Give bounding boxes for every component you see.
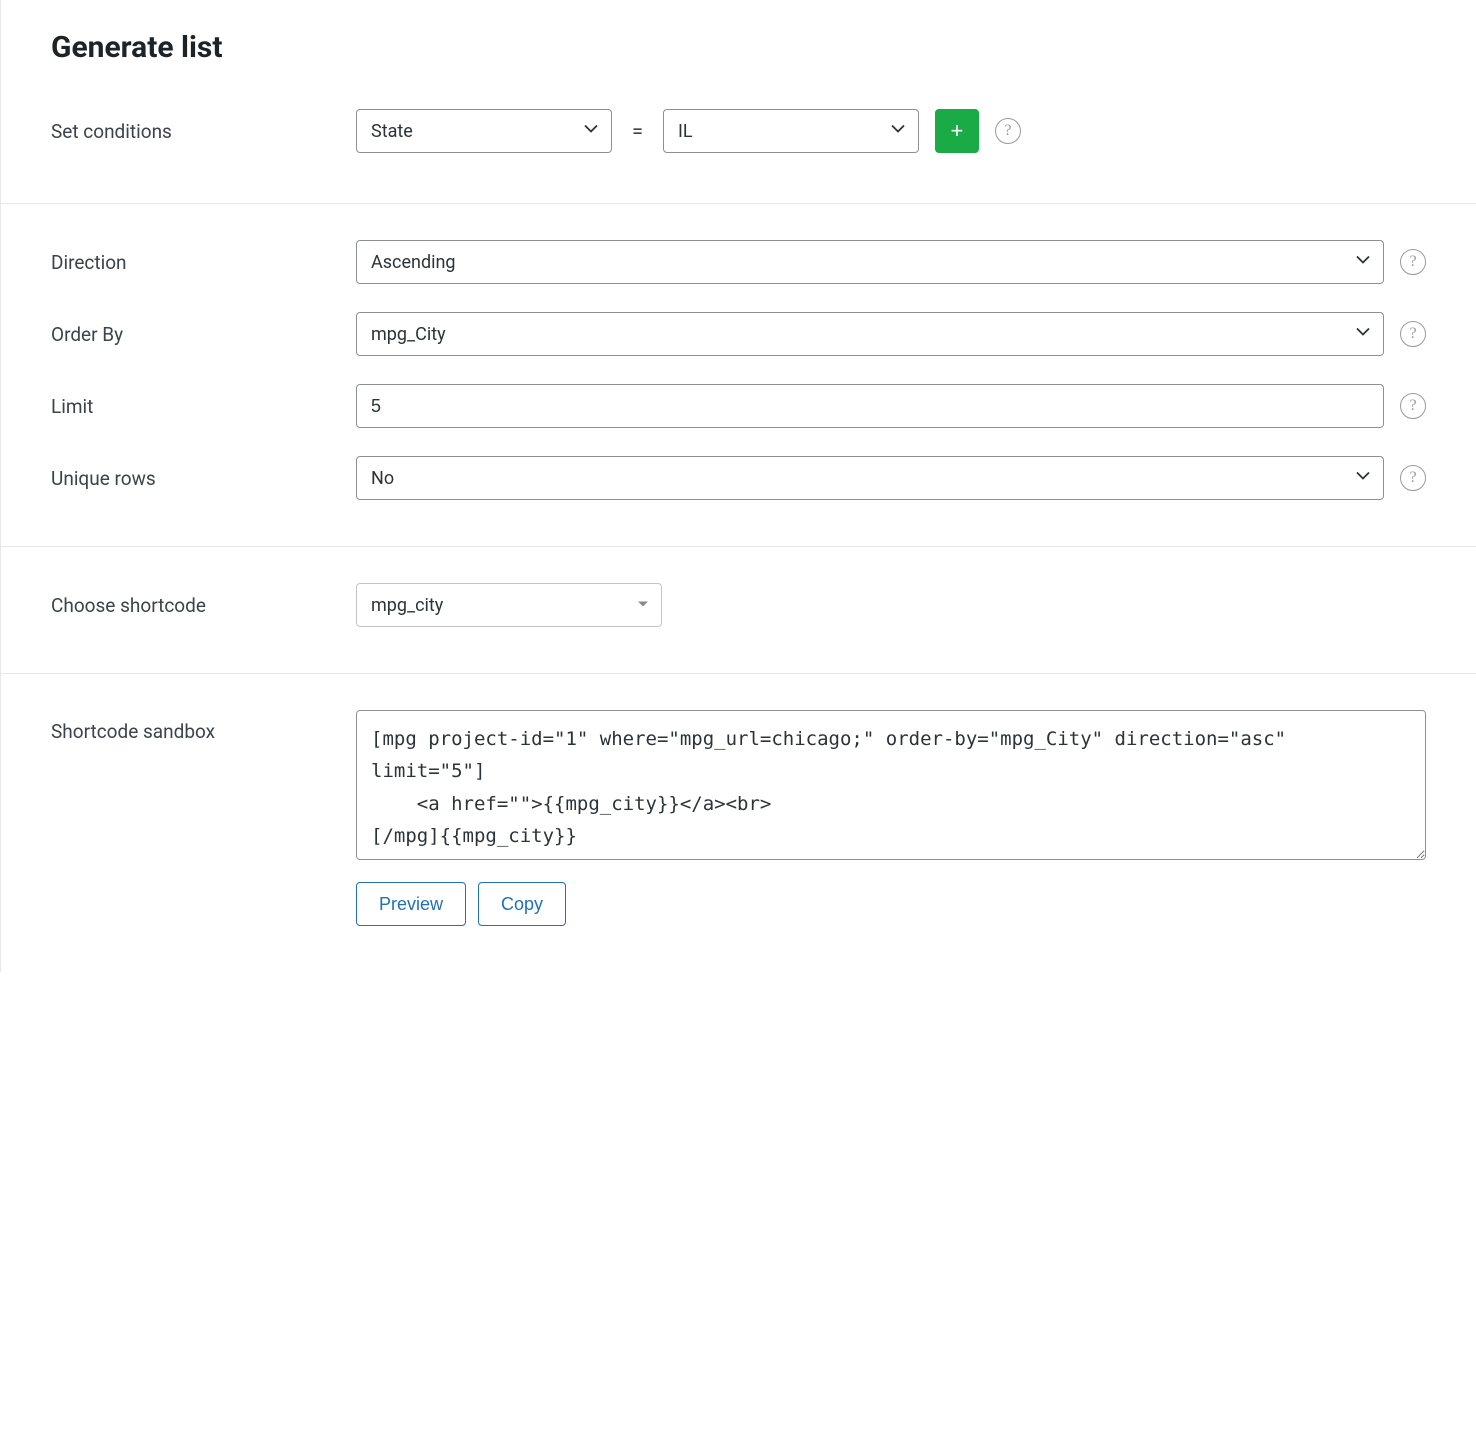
help-icon[interactable]: ?	[1400, 321, 1426, 347]
label-order-by: Order By	[51, 323, 356, 346]
help-icon[interactable]: ?	[1400, 465, 1426, 491]
help-icon[interactable]: ?	[1400, 249, 1426, 275]
condition-value: IL	[678, 121, 693, 142]
section-sort-options: Direction Ascending ? Order By mpg_City	[1, 204, 1476, 547]
label-direction: Direction	[51, 251, 356, 274]
label-choose-shortcode: Choose shortcode	[51, 594, 356, 617]
row-unique-rows: Unique rows No ?	[51, 456, 1426, 500]
chevron-down-icon	[890, 121, 906, 142]
help-icon[interactable]: ?	[1400, 393, 1426, 419]
condition-field-select[interactable]: State	[356, 109, 612, 153]
condition-value-select[interactable]: IL	[663, 109, 919, 153]
chevron-down-icon	[1355, 252, 1371, 273]
label-limit: Limit	[51, 395, 356, 418]
caret-down-icon	[637, 595, 649, 616]
plus-icon: +	[951, 118, 964, 144]
copy-button[interactable]: Copy	[478, 882, 566, 926]
label-set-conditions: Set conditions	[51, 120, 356, 143]
label-sandbox: Shortcode sandbox	[51, 710, 356, 743]
limit-input[interactable]	[356, 384, 1384, 428]
row-limit: Limit ?	[51, 384, 1426, 428]
preview-button[interactable]: Preview	[356, 882, 466, 926]
row-set-conditions: Set conditions State = IL +	[51, 109, 1426, 153]
row-direction: Direction Ascending ?	[51, 240, 1426, 284]
direction-select[interactable]: Ascending	[356, 240, 1384, 284]
help-icon[interactable]: ?	[995, 118, 1021, 144]
chevron-down-icon	[1355, 324, 1371, 345]
chevron-down-icon	[583, 121, 599, 142]
section-choose-shortcode: Choose shortcode mpg_city	[1, 547, 1476, 674]
chevron-down-icon	[1355, 468, 1371, 489]
row-sandbox: Shortcode sandbox Preview Copy	[51, 710, 1426, 926]
add-condition-button[interactable]: +	[935, 109, 979, 153]
unique-rows-value: No	[371, 468, 394, 489]
shortcode-select[interactable]: mpg_city	[356, 583, 662, 627]
shortcode-sandbox-textarea[interactable]	[356, 710, 1426, 860]
generate-list-panel: Generate list Set conditions State = IL	[0, 0, 1476, 972]
order-by-select[interactable]: mpg_City	[356, 312, 1384, 356]
sandbox-actions: Preview Copy	[356, 882, 1426, 926]
page-title: Generate list	[51, 30, 1426, 65]
row-choose-shortcode: Choose shortcode mpg_city	[51, 583, 1426, 627]
direction-value: Ascending	[371, 252, 456, 273]
section-conditions: Generate list Set conditions State = IL	[1, 0, 1476, 204]
shortcode-value: mpg_city	[371, 595, 443, 616]
condition-operator: =	[628, 119, 647, 143]
condition-field-value: State	[371, 121, 413, 142]
unique-rows-select[interactable]: No	[356, 456, 1384, 500]
order-by-value: mpg_City	[371, 324, 446, 345]
row-order-by: Order By mpg_City ?	[51, 312, 1426, 356]
label-unique-rows: Unique rows	[51, 467, 356, 490]
section-sandbox: Shortcode sandbox Preview Copy	[1, 674, 1476, 972]
